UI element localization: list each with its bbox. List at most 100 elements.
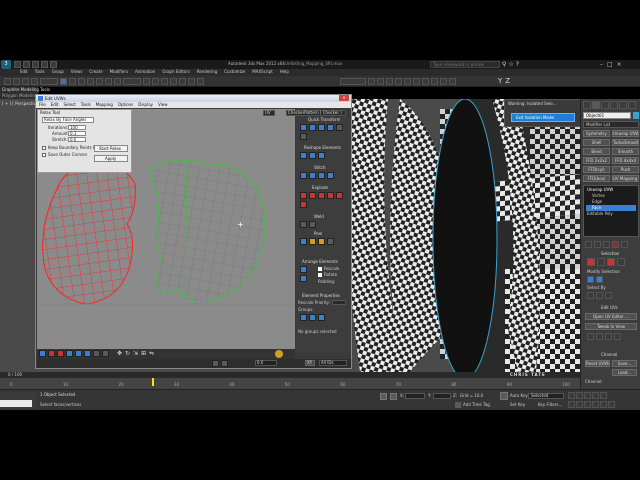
- uvw-menu-file[interactable]: File: [39, 102, 46, 108]
- set-key-icon[interactable]: [500, 392, 508, 400]
- ref-coord-dropdown[interactable]: [123, 78, 141, 85]
- menu-group[interactable]: Group: [52, 69, 64, 75]
- snap-icon[interactable]: [170, 78, 177, 85]
- region-select-icon[interactable]: [78, 78, 85, 85]
- quick-peel-icon[interactable]: [300, 238, 307, 245]
- rescale-checkbox[interactable]: [318, 267, 322, 271]
- rendered-frame-icon[interactable]: [440, 78, 447, 85]
- object-name-field[interactable]: Object01: [583, 112, 631, 119]
- redo-icon[interactable]: [50, 61, 57, 68]
- scale-icon[interactable]: [114, 78, 121, 85]
- object-color-swatch[interactable]: [633, 112, 639, 119]
- motion-tab-icon[interactable]: [610, 101, 618, 109]
- uv-face-mode-icon[interactable]: [57, 350, 64, 357]
- next-frame-icon[interactable]: [592, 392, 599, 399]
- make-unique-icon[interactable]: [603, 241, 610, 248]
- keep-boundary-checkbox[interactable]: [42, 146, 46, 150]
- relax-method-dropdown[interactable]: Relax By Face Angles: [42, 117, 94, 123]
- pin-icon[interactable]: [318, 238, 325, 245]
- load-uvws-button[interactable]: Load...: [612, 369, 637, 376]
- rescale-priority-field[interactable]: [332, 300, 346, 305]
- uvw-menu-mapping[interactable]: Mapping: [96, 102, 113, 108]
- lock-selection-icon[interactable]: [380, 393, 387, 400]
- rotate-90-icon[interactable]: [336, 124, 343, 131]
- stitch-target-icon[interactable]: [300, 172, 307, 179]
- modifier-btn-smooth[interactable]: Smooth: [612, 148, 639, 155]
- menu-maxscript[interactable]: MAXScript: [252, 69, 273, 75]
- uvw-menu-options[interactable]: Options: [118, 102, 133, 108]
- uvw-menu-view[interactable]: View: [158, 102, 168, 108]
- prev-frame-icon[interactable]: [576, 392, 583, 399]
- save-icon[interactable]: [32, 61, 39, 68]
- stitch-average-icon[interactable]: [318, 172, 325, 179]
- mirror-h-icon[interactable]: [300, 133, 307, 140]
- uv-ring-icon[interactable]: [102, 350, 109, 357]
- modifier-list-dropdown[interactable]: Modifier List: [583, 121, 639, 128]
- new-icon[interactable]: [14, 61, 21, 68]
- maxscript-listener[interactable]: [0, 392, 36, 409]
- menu-tools[interactable]: Tools: [35, 69, 45, 75]
- amount-field[interactable]: 0.1: [68, 131, 86, 136]
- menu-modifiers[interactable]: Modifiers: [110, 69, 128, 75]
- uv-channel-dropdown[interactable]: UV: [263, 110, 275, 116]
- vertex-mode-icon[interactable]: [587, 258, 595, 266]
- break-icon[interactable]: [300, 192, 307, 199]
- detach-icon[interactable]: [309, 192, 316, 199]
- z-axis-icon[interactable]: Z: [505, 77, 513, 85]
- select-group-icon[interactable]: [318, 314, 325, 321]
- align-center-icon[interactable]: [309, 124, 316, 131]
- align-right-icon[interactable]: [318, 124, 325, 131]
- apply-button[interactable]: Apply: [94, 155, 128, 162]
- add-time-tag[interactable]: Add Time Tag: [463, 402, 490, 408]
- ungroup-icon[interactable]: [309, 314, 316, 321]
- save-outer-checkbox[interactable]: [42, 153, 46, 157]
- iterations-field[interactable]: 100: [68, 125, 86, 130]
- close-icon[interactable]: ×: [617, 61, 626, 68]
- percent-snap-icon[interactable]: [188, 78, 195, 85]
- zoom-extents-icon[interactable]: [584, 401, 591, 408]
- schematic-view-icon[interactable]: [413, 78, 420, 85]
- uv-shell-unselected[interactable]: [148, 159, 266, 302]
- quick-transform-title[interactable]: Quick Transform: [308, 117, 340, 123]
- time-tag-icon[interactable]: [455, 402, 461, 408]
- modifier-btn-bend[interactable]: Bend: [583, 148, 610, 155]
- pelt-map-icon[interactable]: [309, 238, 316, 245]
- uv-vertex-mode-icon[interactable]: [39, 350, 46, 357]
- maximize-icon[interactable]: □: [607, 61, 617, 68]
- user-icon[interactable]: ☆: [508, 61, 515, 68]
- modify-selection-title[interactable]: Modify Selection: [587, 269, 620, 275]
- maxscript-input[interactable]: [0, 400, 32, 407]
- spinner-snap-icon[interactable]: [197, 78, 204, 85]
- key-filters-button[interactable]: Key Filters...: [538, 402, 562, 408]
- app-logo-icon[interactable]: 3: [1, 60, 11, 69]
- create-tab-icon[interactable]: [583, 101, 591, 109]
- help-icon[interactable]: ?: [516, 61, 521, 68]
- move-icon[interactable]: [96, 78, 103, 85]
- uv-shell-selected[interactable]: [42, 163, 136, 305]
- display-tab-icon[interactable]: [619, 101, 627, 109]
- open-uv-editor-button[interactable]: Open UV Editor ...: [585, 313, 637, 320]
- rotate-icon[interactable]: [105, 78, 112, 85]
- relax-icon[interactable]: [309, 152, 316, 159]
- uv-snap-icon[interactable]: [212, 360, 219, 367]
- tweak-in-view-button[interactable]: Tweak In View: [585, 323, 637, 330]
- pack-normalize-icon[interactable]: [300, 266, 307, 273]
- uvw-menu-select[interactable]: Select: [63, 102, 75, 108]
- align-left-icon[interactable]: [300, 124, 307, 131]
- maximize-viewport-icon[interactable]: [608, 401, 615, 408]
- grow-icon[interactable]: [587, 276, 594, 283]
- utilities-tab-icon[interactable]: [628, 101, 636, 109]
- selection-rollout-title[interactable]: Selection: [601, 251, 619, 257]
- uvw-menu-display[interactable]: Display: [138, 102, 153, 108]
- checker-pattern-dropdown[interactable]: CheckerPattern ( Checker ): [286, 110, 346, 116]
- uv-mirror-icon[interactable]: ⇋: [149, 350, 154, 357]
- uv-value-field[interactable]: 0.0: [255, 360, 277, 366]
- uv-edge-mode-icon[interactable]: [48, 350, 55, 357]
- mirror-icon[interactable]: [368, 78, 375, 85]
- uv-rotate-icon[interactable]: ↻: [125, 350, 130, 357]
- edit-uvs-title[interactable]: Edit UVs: [601, 305, 618, 311]
- straighten-icon[interactable]: [300, 152, 307, 159]
- coord-mode-icon[interactable]: [390, 393, 397, 400]
- hierarchy-tab-icon[interactable]: [601, 101, 609, 109]
- peel-title[interactable]: Peel: [314, 231, 322, 237]
